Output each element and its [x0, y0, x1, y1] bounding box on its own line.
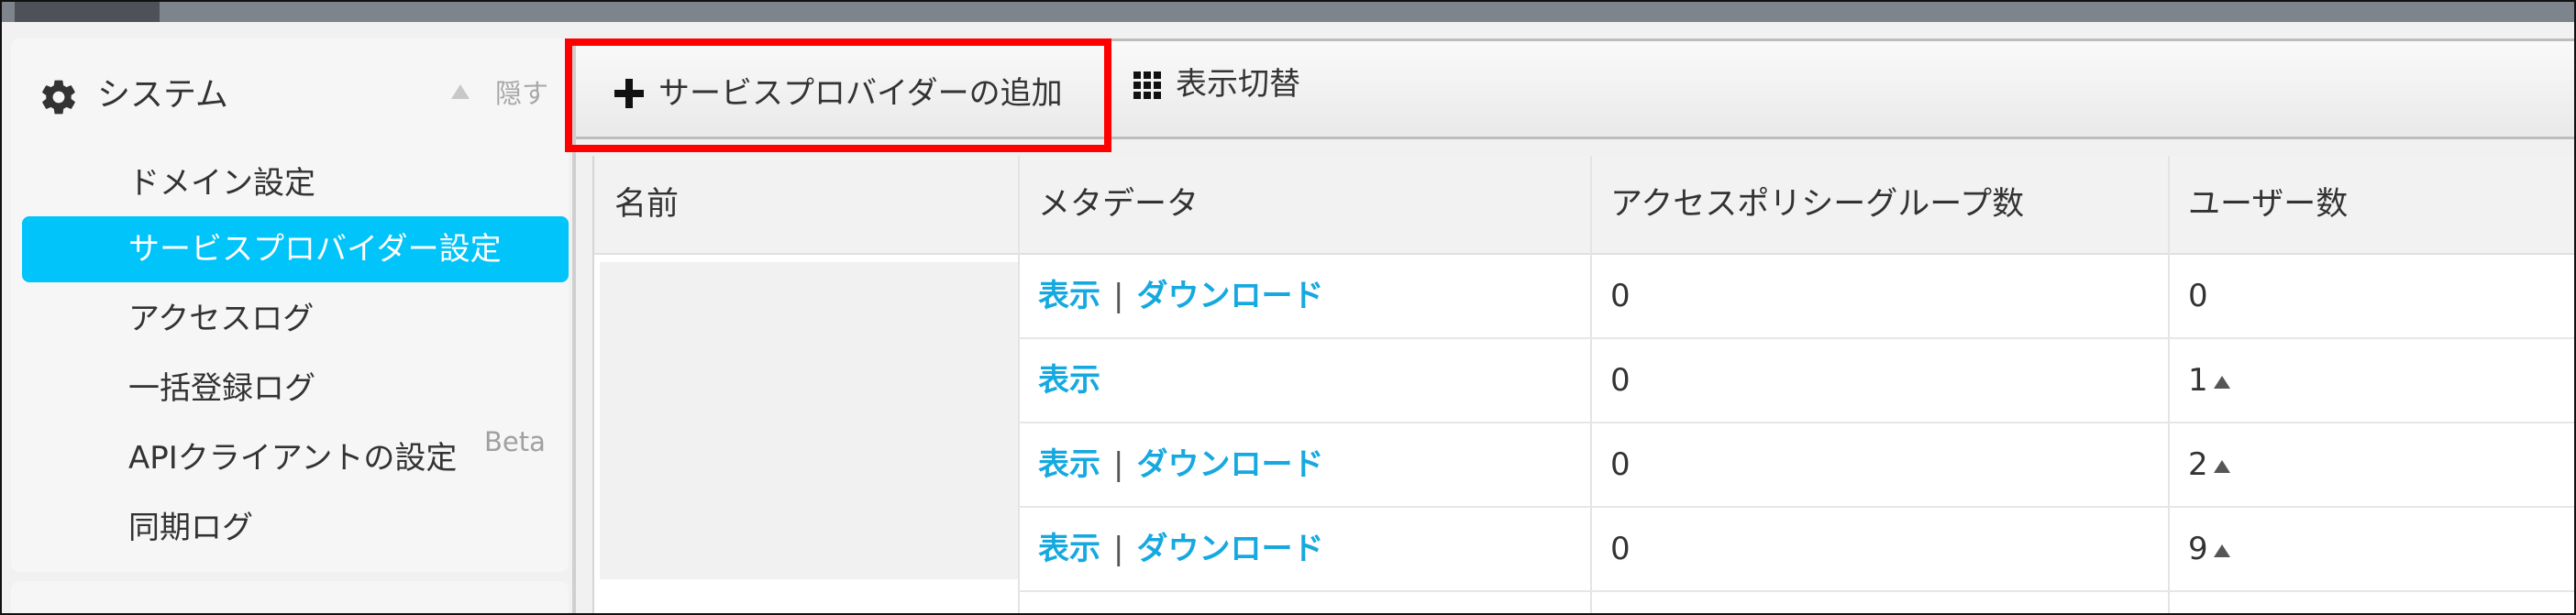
- link-separator: |: [1113, 531, 1124, 567]
- column-header-name[interactable]: 名前: [614, 156, 679, 253]
- expand-triangle-icon[interactable]: [2213, 459, 2230, 473]
- sidebar-next-panel: [11, 581, 569, 613]
- top-bar-tab[interactable]: [15, 2, 160, 22]
- metadata-cell: 表示 | ダウンロード: [1038, 255, 1323, 337]
- sidebar-item-service-provider-settings[interactable]: サービスプロバイダー設定: [22, 216, 569, 282]
- user-count-value: 9: [2188, 531, 2208, 567]
- table-row: 表示 0 1: [1018, 339, 2574, 423]
- add-service-provider-label: サービスプロバイダーの追加: [658, 75, 1063, 112]
- user-count[interactable]: 9: [2188, 508, 2230, 590]
- download-link[interactable]: ダウンロード: [1136, 531, 1323, 567]
- download-link[interactable]: ダウンロード: [1136, 278, 1323, 314]
- table-row: 表示 | ダウンロード 0 0: [1018, 255, 2574, 339]
- link-separator: |: [1113, 446, 1124, 483]
- access-policy-group-count: 0: [1610, 446, 1631, 483]
- user-count[interactable]: 2: [2188, 423, 2230, 506]
- add-service-provider-button[interactable]: サービスプロバイダーの追加: [565, 38, 1111, 152]
- hide-label: 隠す: [495, 78, 549, 109]
- sidebar-item-label: ドメイン設定: [128, 165, 315, 202]
- sidebar-item-sync-log[interactable]: 同期ログ: [22, 495, 569, 561]
- user-count-value: 2: [2188, 446, 2208, 483]
- user-count-value: 1: [2188, 362, 2208, 399]
- table-row: 表示 | ダウンロード 0 9: [1018, 508, 2574, 592]
- view-link[interactable]: 表示: [1038, 278, 1100, 314]
- metadata-cell: 表示 | ダウンロード: [1038, 508, 1323, 590]
- metadata-cell: 表示: [1038, 339, 1100, 422]
- user-count[interactable]: 1: [2188, 339, 2230, 422]
- gear-icon: [42, 80, 75, 115]
- access-policy-group-count: 0: [1610, 531, 1631, 567]
- sidebar-item-label: 同期ログ: [128, 510, 253, 546]
- access-policy-group-count: 0: [1610, 362, 1631, 399]
- grid-icon: [1133, 71, 1161, 99]
- column-header-metadata[interactable]: メタデータ: [1038, 156, 1199, 253]
- triangle-up-icon: [451, 84, 470, 99]
- app-window: システム 隠す ドメイン設定 サービスプロバイダー設定 アクセスログ 一括登録ロ…: [0, 0, 2576, 615]
- column-header-users[interactable]: ユーザー数: [2188, 156, 2348, 253]
- beta-badge: Beta: [484, 426, 546, 457]
- top-bar: [2, 2, 2574, 22]
- sidebar: システム 隠す ドメイン設定 サービスプロバイダー設定 アクセスログ 一括登録ロ…: [11, 38, 569, 572]
- expand-triangle-icon[interactable]: [2213, 375, 2230, 389]
- table-row: 表示 | ダウンロード 0 2: [1018, 423, 2574, 508]
- table-header: 名前 メタデータ アクセスポリシーグループ数 ユーザー数: [594, 156, 2574, 255]
- sidebar-item-label: サービスプロバイダー設定: [128, 231, 502, 268]
- metadata-cell: 表示 | ダウンロード: [1038, 423, 1323, 506]
- sidebar-item-api-client-settings[interactable]: APIクライアントの設定 Beta: [22, 425, 569, 491]
- column-header-access-policy-groups[interactable]: アクセスポリシーグループ数: [1610, 156, 2024, 253]
- download-link[interactable]: ダウンロード: [1136, 446, 1323, 483]
- sidebar-item-label: アクセスログ: [128, 301, 315, 337]
- sidebar-item-domain-settings[interactable]: ドメイン設定: [22, 150, 569, 216]
- expand-triangle-icon[interactable]: [2213, 544, 2230, 557]
- view-link[interactable]: 表示: [1038, 531, 1100, 567]
- view-link[interactable]: 表示: [1038, 446, 1100, 483]
- sidebar-title: システム: [97, 76, 228, 114]
- user-count-value: 0: [2188, 278, 2208, 314]
- sidebar-item-label: APIクライアントの設定: [128, 440, 458, 477]
- link-separator: |: [1113, 278, 1124, 314]
- plus-icon: [614, 79, 644, 108]
- sidebar-item-label: 一括登録ログ: [128, 370, 315, 407]
- name-cell-placeholder: [600, 262, 1018, 579]
- view-link[interactable]: 表示: [1038, 362, 1100, 399]
- sidebar-header: システム 隠す: [11, 38, 569, 115]
- toggle-view-label: 表示切替: [1176, 66, 1300, 103]
- sidebar-item-access-log[interactable]: アクセスログ: [22, 286, 569, 352]
- service-provider-table: 名前 メタデータ アクセスポリシーグループ数 ユーザー数 表示 | ダウンロード 0…: [592, 156, 2574, 613]
- access-policy-group-count: 0: [1610, 278, 1631, 314]
- user-count: 0: [2188, 255, 2208, 337]
